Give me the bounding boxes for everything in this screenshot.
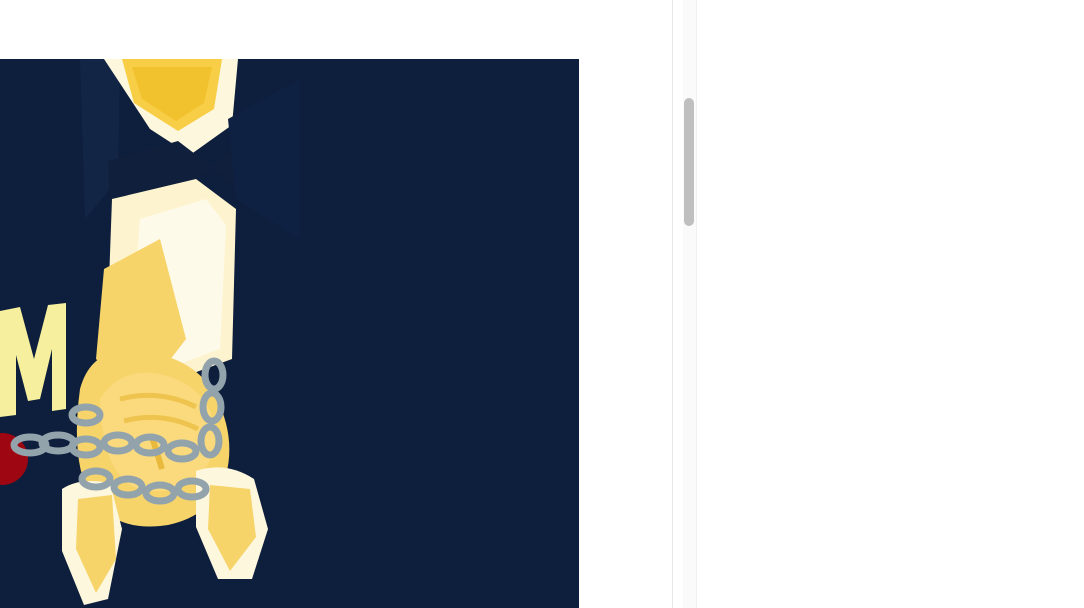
- preview-image[interactable]: [0, 59, 579, 608]
- canvas-area: [0, 0, 672, 608]
- groom-illustration: [0, 59, 579, 608]
- color-picker-panel: Hex # FEFAE9 THEME PALETTE Groom shirt: [672, 0, 1084, 608]
- color-picker-screen: Hex # FEFAE9 THEME PALETTE Groom shirt: [0, 0, 1084, 608]
- panel-scrollbar-track[interactable]: [683, 0, 697, 608]
- panel-scrollbar-thumb[interactable]: [684, 98, 694, 226]
